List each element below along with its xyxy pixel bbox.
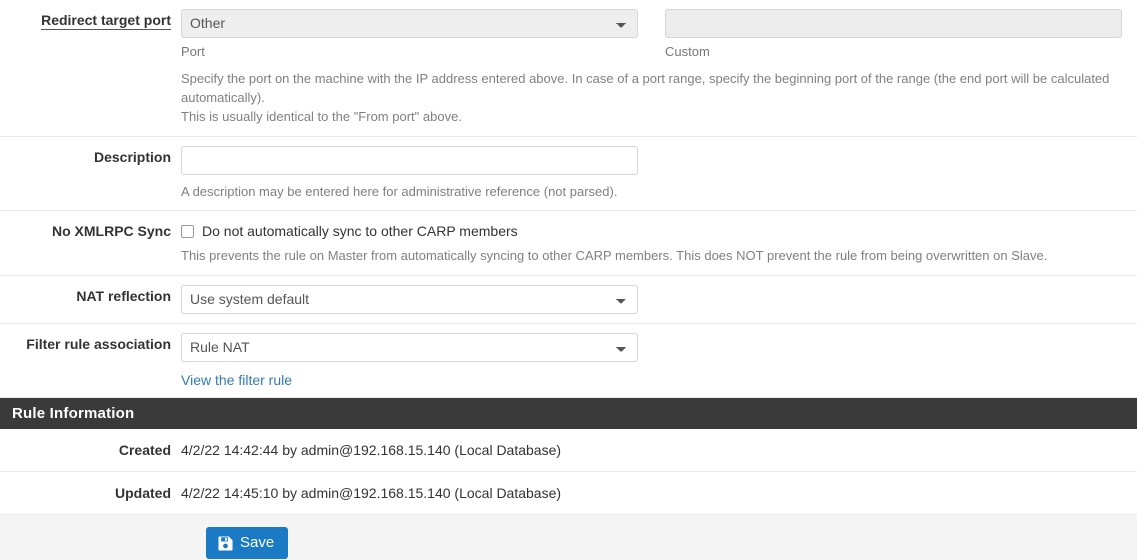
label-description: Description <box>93 148 171 165</box>
save-button[interactable]: Save <box>206 527 289 560</box>
field-no-xmlrpc-sync: Do not automatically sync to other CARP … <box>181 211 1137 275</box>
form-row-nat-reflection: NAT reflection Use system default <box>0 276 1137 325</box>
rule-information-row-created: Created 4/2/22 14:42:44 by admin@192.168… <box>0 429 1137 473</box>
form-footer: Save <box>0 515 1137 560</box>
description-help: A description may be entered here for ad… <box>181 183 618 199</box>
filter-rule-association-group: Rule NAT <box>181 333 638 363</box>
label-created: Created <box>118 442 171 459</box>
field-filter-rule-association: Rule NAT View the filter rule <box>181 324 1137 397</box>
description-input[interactable] <box>181 145 638 175</box>
redirect-target-port-help-line1: Specify the port on the machine with the… <box>181 71 1110 105</box>
nat-port-forward-form: Redirect target port Other Port Custom S… <box>0 0 1137 516</box>
redirect-target-port-custom-input[interactable] <box>665 9 1122 38</box>
label-nat-reflection: NAT reflection <box>76 288 171 305</box>
label-no-xmlrpc-sync: No XMLRPC Sync <box>51 223 171 240</box>
form-row-filter-rule-association: Filter rule association Rule NAT View th… <box>0 324 1137 399</box>
description-group <box>181 145 638 175</box>
nat-reflection-group: Use system default <box>181 285 638 315</box>
save-floppy-icon <box>218 536 233 551</box>
rule-information-heading: Rule Information <box>0 398 1137 430</box>
label-redirect-target-port-text: Redirect target port <box>41 12 171 30</box>
no-xmlrpc-sync-checkbox-label[interactable]: Do not automatically sync to other CARP … <box>202 223 518 239</box>
custom-port-group: Custom <box>665 9 1122 59</box>
value-created: 4/2/22 14:42:44 by admin@192.168.15.140 … <box>181 442 562 459</box>
form-row-no-xmlrpc-sync: No XMLRPC Sync Do not automatically sync… <box>0 211 1137 277</box>
redirect-target-port-help-line2: This is usually identical to the "From p… <box>181 108 462 124</box>
field-nat-reflection: Use system default <box>181 276 1137 323</box>
no-xmlrpc-sync-checkbox[interactable] <box>181 224 194 238</box>
filter-rule-association-select[interactable]: Rule NAT <box>181 333 638 363</box>
label-redirect-target-port: Redirect target port <box>0 0 181 136</box>
redirect-target-port-help: Specify the port on the machine with the… <box>181 70 1116 127</box>
save-button-label: Save <box>240 534 275 552</box>
custom-sub-label: Custom <box>665 44 710 59</box>
field-description: A description may be entered here for ad… <box>181 137 1137 211</box>
label-filter-rule-association: Filter rule association <box>26 336 171 353</box>
form-row-description: Description A description may be entered… <box>0 136 1137 212</box>
redirect-target-port-select[interactable]: Other <box>181 9 638 38</box>
no-xmlrpc-sync-checkbox-line[interactable]: Do not automatically sync to other CARP … <box>181 220 1137 239</box>
port-select-group: Other Port <box>181 9 638 59</box>
label-updated: Updated <box>115 485 171 502</box>
nat-reflection-select[interactable]: Use system default <box>181 285 638 315</box>
redirect-target-port-controls: Other Port Custom <box>181 9 1137 59</box>
field-redirect-target-port: Other Port Custom Specify the port on th… <box>181 0 1137 136</box>
view-filter-rule-link[interactable]: View the filter rule <box>181 372 292 388</box>
no-xmlrpc-sync-help: This prevents the rule on Master from au… <box>181 248 1048 264</box>
port-sub-label: Port <box>181 44 205 59</box>
rule-information-row-updated: Updated 4/2/22 14:45:10 by admin@192.168… <box>0 472 1137 516</box>
value-updated: 4/2/22 14:45:10 by admin@192.168.15.140 … <box>181 485 562 502</box>
form-row-redirect-target-port: Redirect target port Other Port Custom S… <box>0 0 1137 137</box>
